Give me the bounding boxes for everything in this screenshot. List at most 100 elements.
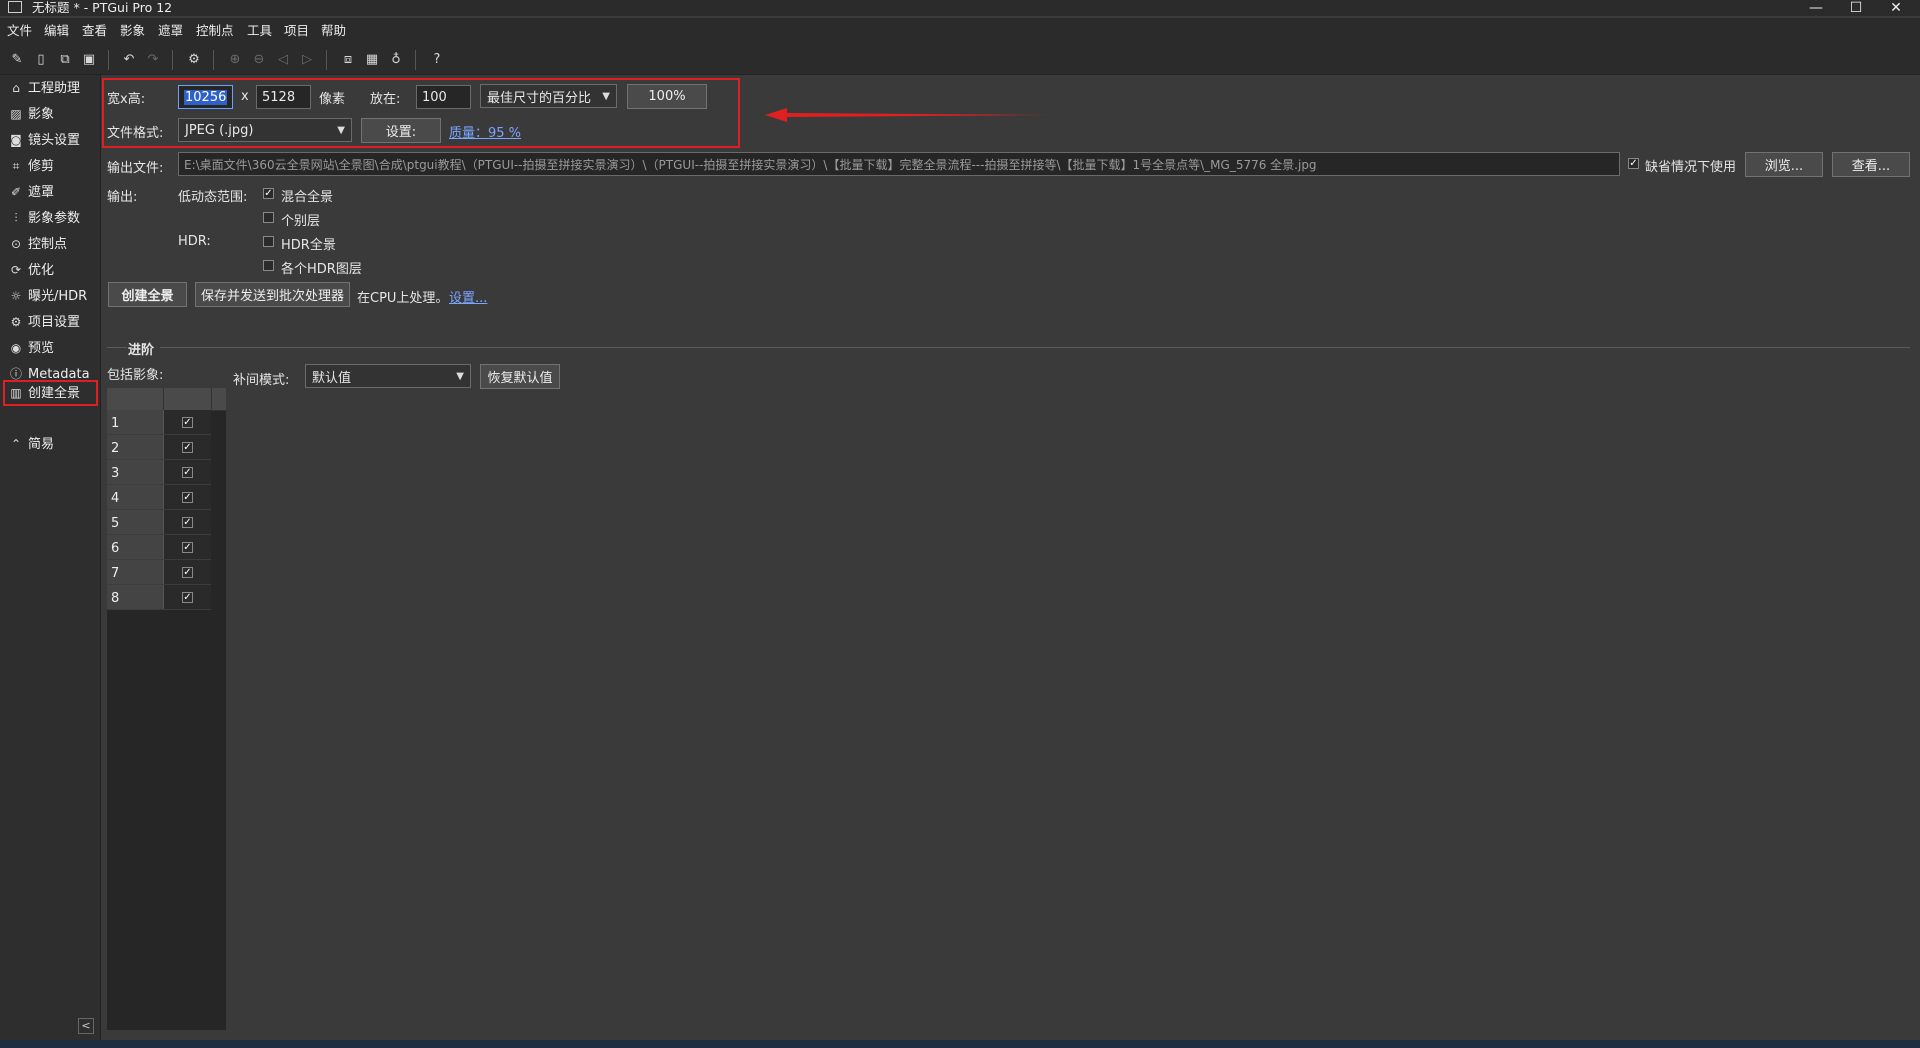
size-mode-select[interactable]: 最佳尺寸的百分比 ▼ — [480, 84, 617, 108]
zoom-in-icon[interactable]: ⊕ — [226, 52, 244, 68]
include-image-checkbox[interactable]: ✓ — [182, 492, 193, 503]
sidebar-item-optimize[interactable]: ⟳ 优化 — [8, 259, 98, 281]
include-image-checkbox[interactable]: ✓ — [182, 467, 193, 478]
divider — [107, 347, 127, 348]
blended-panorama-label: 混合全景 — [281, 190, 334, 205]
sidebar-item-label: 控制点 — [28, 237, 68, 252]
include-image-checkbox[interactable]: ✓ — [182, 417, 193, 428]
size-label: 宽x高: — [107, 92, 146, 107]
menu-help[interactable]: 帮助 — [321, 18, 346, 44]
height-input[interactable]: 5128 — [256, 85, 311, 109]
include-image-checkbox[interactable]: ✓ — [182, 517, 193, 528]
menu-images[interactable]: 影象 — [120, 18, 145, 44]
table-header-divider — [163, 388, 164, 410]
menu-file[interactable]: 文件 — [7, 18, 32, 44]
maximize-button[interactable]: ☐ — [1836, 0, 1876, 16]
sidebar-item-crop[interactable]: ⌗ 修剪 — [8, 155, 98, 177]
width-input[interactable]: 10256 — [178, 85, 233, 109]
close-button[interactable]: ✕ — [1876, 0, 1916, 16]
sidebar-item-project-assistant[interactable]: ⌂ 工程助理 — [8, 77, 98, 99]
output-file-path-input[interactable]: E:\桌面文件\360云全景网站\全景图\合成\ptgui教程\（PTGUI--… — [178, 152, 1620, 176]
sidebar-item-project-settings[interactable]: ⚙ 项目设置 — [8, 311, 98, 333]
settings-icon[interactable]: ⚙ — [185, 52, 203, 68]
file-format-select[interactable]: JPEG (.jpg) ▼ — [178, 118, 352, 142]
minimize-button[interactable]: — — [1796, 0, 1836, 16]
chevron-down-icon: ▼ — [602, 90, 610, 102]
sidebar-item-label: 预览 — [28, 341, 55, 356]
control-point-icon: ⊙ — [10, 237, 22, 251]
menu-project[interactable]: 项目 — [284, 18, 309, 44]
sidebar: ⌂ 工程助理 ▨ 影象 ◙ 镜头设置 ⌗ 修剪 ✐ 遮罩 ⫶ 影象参数 ⊙ 控制点 ⟳ 优化 ☼… — [0, 75, 101, 1048]
at-label: 放在: — [370, 92, 401, 107]
hdr-panorama-checkbox[interactable] — [263, 236, 274, 247]
menu-control-points[interactable]: 控制点 — [196, 18, 234, 44]
include-image-checkbox[interactable]: ✓ — [182, 592, 193, 603]
default-checkbox-label: 缺省情况下使用 — [1645, 160, 1737, 175]
app-icon — [8, 1, 22, 13]
crop-icon: ⌗ — [12, 159, 20, 173]
title-bar: 无标题 * - PTGui Pro 12 — ☐ ✕ — [0, 0, 1920, 16]
hdr-layers-checkbox[interactable] — [263, 260, 274, 271]
quality-link[interactable]: 质量：95 % — [449, 122, 521, 141]
sidebar-item-control-points[interactable]: ⊙ 控制点 — [8, 233, 98, 255]
light-icon[interactable]: ♁ — [387, 52, 405, 68]
size-mode-value: 最佳尺寸的百分比 — [487, 90, 592, 106]
restore-defaults-button[interactable]: 恢复默认值 — [480, 364, 560, 389]
next-icon[interactable]: ▷ — [298, 52, 316, 68]
sidebar-item-label: 镜头设置 — [28, 133, 81, 148]
sidebar-item-images[interactable]: ▨ 影象 — [8, 103, 98, 125]
default-checkbox[interactable]: ✓ — [1628, 158, 1639, 169]
open-icon[interactable]: ▯ — [32, 52, 50, 68]
help-icon[interactable]: ? — [428, 52, 446, 68]
sidebar-item-create-panorama[interactable]: ▥ 创建全景 — [8, 382, 98, 404]
sidebar-item-lens-settings[interactable]: ◙ 镜头设置 — [8, 129, 98, 151]
undo-icon[interactable]: ↶ — [120, 52, 138, 68]
save-send-batch-button[interactable]: 保存并发送到批次处理器 — [195, 282, 350, 307]
hdr-layers-label: 各个HDR图层 — [281, 262, 362, 277]
100-percent-button[interactable]: 100% — [627, 84, 707, 109]
menu-view[interactable]: 查看 — [82, 18, 107, 44]
browse-button[interactable]: 浏览... — [1745, 152, 1823, 177]
panorama-editor-icon[interactable]: ⧈ — [339, 52, 357, 68]
menu-edit[interactable]: 编辑 — [44, 18, 69, 44]
create-panorama-button[interactable]: 创建全景 — [108, 282, 187, 307]
sidebar-item-image-parameters[interactable]: ⫶ 影象参数 — [8, 207, 98, 229]
table-header-divider — [211, 388, 212, 410]
red-arrow-annotation — [765, 108, 1050, 122]
format-settings-button[interactable]: 设置: — [361, 118, 441, 143]
include-image-checkbox[interactable]: ✓ — [182, 542, 193, 553]
sidebar-item-preview[interactable]: ◉ 预览 — [8, 337, 98, 359]
include-image-checkbox[interactable]: ✓ — [182, 567, 193, 578]
prev-icon[interactable]: ◁ — [274, 52, 292, 68]
eye-icon: ◉ — [10, 341, 22, 355]
blended-panorama-checkbox[interactable]: ✓ — [263, 188, 274, 199]
sidebar-item-simple[interactable]: ⌃ 简易 — [8, 433, 98, 455]
brush-icon: ✐ — [10, 185, 22, 199]
advanced-section-label: 进阶 — [128, 343, 155, 358]
image-number: 8 — [107, 585, 163, 609]
redo-icon[interactable]: ↷ — [144, 52, 162, 68]
chevron-down-icon: ▼ — [337, 124, 345, 136]
individual-layers-checkbox[interactable] — [263, 212, 274, 223]
percent-input[interactable]: 100 — [416, 85, 471, 109]
processing-settings-link[interactable]: 设置... — [449, 287, 487, 306]
size-x: x — [241, 89, 249, 104]
table-icon[interactable]: ▦ — [363, 52, 381, 68]
new-project-icon[interactable]: ✎ — [8, 52, 26, 68]
include-image-checkbox[interactable]: ✓ — [182, 442, 193, 453]
menu-tools[interactable]: 工具 — [247, 18, 272, 44]
image-number: 3 — [107, 460, 163, 484]
sidebar-item-label: 影象 — [28, 107, 55, 122]
copy-icon[interactable]: ⧉ — [56, 52, 74, 68]
home-icon: ⌂ — [12, 81, 20, 95]
interpolation-select[interactable]: 默认值 ▼ — [305, 364, 471, 388]
sidebar-item-mask[interactable]: ✐ 遮罩 — [8, 181, 98, 203]
zoom-out-icon[interactable]: ⊖ — [250, 52, 268, 68]
output-label: 输出: — [107, 190, 138, 205]
view-button[interactable]: 查看... — [1832, 152, 1910, 177]
collapse-sidebar-icon[interactable]: < — [78, 1018, 94, 1034]
save-icon[interactable]: ▣ — [80, 52, 98, 68]
menu-mask[interactable]: 遮罩 — [158, 18, 183, 44]
gear-icon: ⚙ — [10, 315, 22, 329]
sidebar-item-exposure-hdr[interactable]: ☼ 曝光/HDR — [8, 285, 98, 307]
